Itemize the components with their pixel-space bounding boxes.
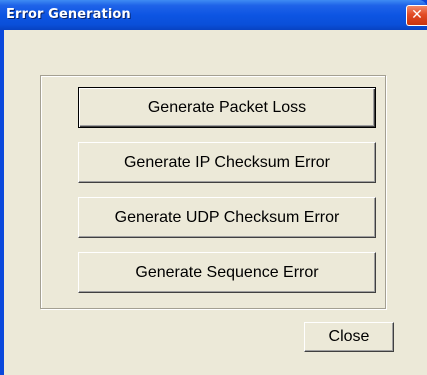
dialog-client-area: Generate Packet Loss Generate IP Checksu… bbox=[4, 30, 427, 375]
close-button[interactable]: Close bbox=[304, 322, 394, 352]
generate-packet-loss-button[interactable]: Generate Packet Loss bbox=[78, 87, 376, 128]
error-generation-dialog: Error Generation ✕ Generate Packet Loss … bbox=[0, 0, 427, 375]
generate-udp-checksum-error-button[interactable]: Generate UDP Checksum Error bbox=[78, 197, 376, 238]
generate-sequence-error-button[interactable]: Generate Sequence Error bbox=[78, 252, 376, 293]
window-title: Error Generation bbox=[6, 7, 131, 22]
generate-ip-checksum-error-button[interactable]: Generate IP Checksum Error bbox=[78, 142, 376, 183]
title-bar[interactable]: Error Generation ✕ bbox=[0, 0, 427, 30]
close-icon[interactable]: ✕ bbox=[406, 5, 427, 26]
